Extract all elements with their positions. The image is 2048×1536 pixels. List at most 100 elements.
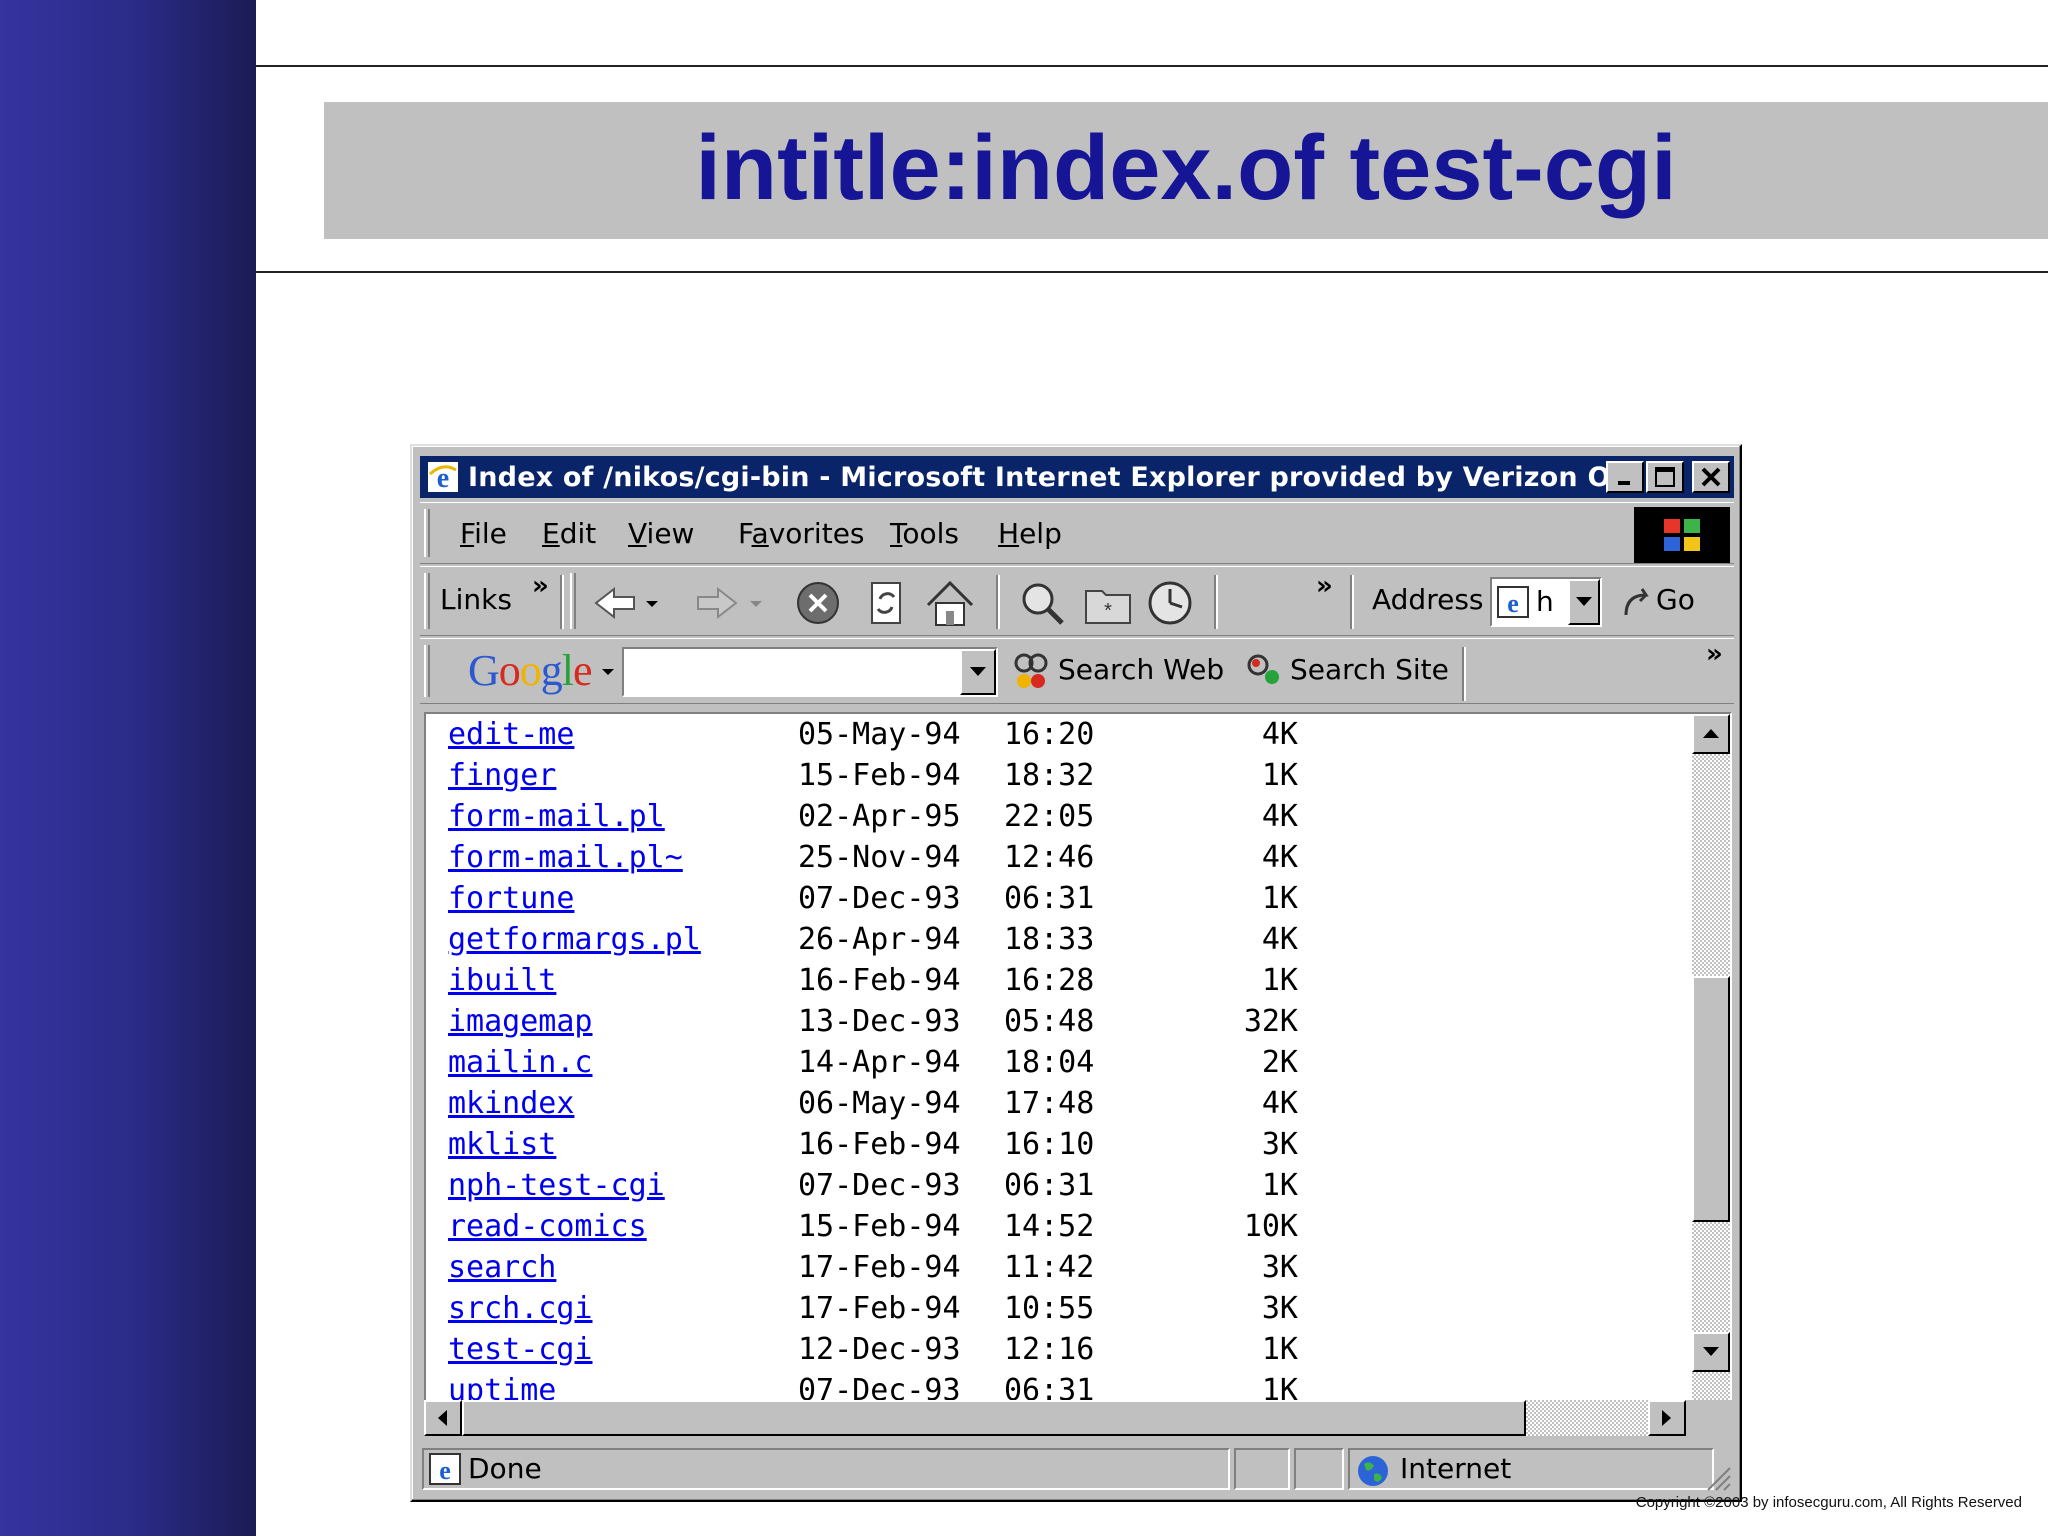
list-item: form-mail.pl 02-Apr-95 22:05 4K bbox=[448, 796, 1688, 837]
status-zone-cell: Internet bbox=[1348, 1448, 1714, 1490]
toolbar-chevron[interactable]: » bbox=[1316, 571, 1333, 601]
toolbar-separator bbox=[1350, 575, 1354, 629]
google-search-dropdown[interactable] bbox=[960, 649, 996, 695]
file-link[interactable]: nph-test-cgi bbox=[448, 1165, 665, 1206]
file-date: 02-Apr-95 bbox=[798, 799, 961, 834]
google-search-input[interactable] bbox=[622, 647, 998, 697]
file-link[interactable]: fortune bbox=[448, 878, 574, 919]
resize-grip-icon[interactable] bbox=[1702, 1462, 1732, 1492]
svg-text:e: e bbox=[439, 1456, 451, 1485]
file-date: 16-Feb-94 bbox=[798, 963, 961, 998]
file-link[interactable]: form-mail.pl bbox=[448, 796, 665, 837]
scroll-right-button[interactable] bbox=[1648, 1400, 1686, 1436]
file-link[interactable]: mailin.c bbox=[448, 1042, 593, 1083]
list-item: mkindex 06-May-94 17:48 4K bbox=[448, 1083, 1688, 1124]
maximize-button[interactable] bbox=[1646, 461, 1684, 493]
search-icon[interactable] bbox=[1014, 577, 1070, 629]
home-icon[interactable] bbox=[922, 577, 978, 629]
menu-help[interactable]: Help bbox=[998, 517, 1062, 550]
toolbar-grip[interactable] bbox=[570, 573, 576, 629]
list-item: ibuilt 16-Feb-94 16:28 1K bbox=[448, 960, 1688, 1001]
file-link[interactable]: ibuilt bbox=[448, 960, 556, 1001]
file-size: 1K bbox=[1261, 1332, 1298, 1367]
google-logo[interactable]: Google bbox=[468, 645, 593, 696]
toolbar-grip[interactable] bbox=[424, 573, 430, 629]
file-date: 13-Dec-93 bbox=[798, 1004, 961, 1039]
toolbar-separator bbox=[996, 575, 1000, 629]
menu-view[interactable]: View bbox=[628, 517, 694, 550]
file-time: 18:04 bbox=[1004, 1045, 1095, 1080]
scroll-up-button[interactable] bbox=[1692, 714, 1730, 754]
go-arrow-icon[interactable] bbox=[1620, 577, 1656, 629]
menu-edit[interactable]: Edit bbox=[542, 517, 596, 550]
window-titlebar[interactable]: e Index of /nikos/cgi-bin - Microsoft In… bbox=[420, 456, 1734, 498]
google-toolbar-chevron[interactable]: » bbox=[1706, 639, 1723, 669]
menu-file[interactable]: File bbox=[460, 517, 507, 550]
search-site-icon[interactable] bbox=[1242, 649, 1286, 693]
close-button[interactable] bbox=[1692, 461, 1730, 493]
horizontal-scrollbar[interactable] bbox=[424, 1400, 1686, 1436]
file-link[interactable]: mklist bbox=[448, 1124, 556, 1165]
file-link[interactable]: mkindex bbox=[448, 1083, 574, 1124]
address-value: h bbox=[1536, 585, 1554, 618]
file-link[interactable]: getformargs.pl bbox=[448, 919, 701, 960]
address-dropdown-button[interactable] bbox=[1568, 579, 1600, 625]
address-field[interactable]: e h bbox=[1490, 577, 1602, 627]
back-icon[interactable] bbox=[588, 577, 644, 629]
search-web-icon[interactable] bbox=[1010, 649, 1054, 693]
file-time: 16:20 bbox=[1004, 717, 1095, 752]
file-link[interactable]: search bbox=[448, 1247, 556, 1288]
arrow-down-icon bbox=[1703, 1347, 1719, 1356]
file-time: 10:55 bbox=[1004, 1291, 1095, 1326]
toolbar-grip[interactable] bbox=[424, 645, 430, 697]
google-menu-dropdown-icon[interactable] bbox=[600, 667, 616, 677]
minimize-button[interactable] bbox=[1606, 461, 1644, 493]
windows-logo-icon bbox=[1664, 519, 1700, 551]
file-link[interactable]: test-cgi bbox=[448, 1329, 593, 1370]
address-label: Address bbox=[1372, 583, 1484, 616]
file-date: 14-Apr-94 bbox=[798, 1045, 961, 1080]
list-item: mailin.c 14-Apr-94 18:04 2K bbox=[448, 1042, 1688, 1083]
go-button[interactable]: Go bbox=[1656, 583, 1695, 616]
horizontal-scroll-thumb[interactable] bbox=[462, 1400, 1526, 1436]
file-time: 05:48 bbox=[1004, 1004, 1095, 1039]
file-link[interactable]: form-mail.pl~ bbox=[448, 837, 683, 878]
stop-icon[interactable] bbox=[790, 577, 846, 629]
back-dropdown-icon[interactable] bbox=[642, 577, 662, 629]
forward-icon[interactable] bbox=[688, 577, 744, 629]
links-label[interactable]: Links bbox=[440, 583, 512, 616]
refresh-icon[interactable] bbox=[858, 577, 914, 629]
file-size: 1K bbox=[1261, 1168, 1298, 1203]
file-link[interactable]: finger bbox=[448, 755, 556, 796]
slide-title: intitle:index.of test-cgi bbox=[695, 117, 1677, 219]
search-site-button[interactable]: Search Site bbox=[1290, 653, 1449, 686]
list-item: test-cgi 12-Dec-93 12:16 1K bbox=[448, 1329, 1688, 1370]
file-size: 4K bbox=[1261, 840, 1298, 875]
menu-tools[interactable]: Tools bbox=[890, 517, 959, 550]
scroll-down-button[interactable] bbox=[1692, 1332, 1730, 1372]
file-link[interactable]: imagemap bbox=[448, 1001, 593, 1042]
svg-text:*: * bbox=[1104, 600, 1112, 622]
svg-text:e: e bbox=[1507, 589, 1519, 618]
file-time: 06:31 bbox=[1004, 881, 1095, 916]
ie-icon: e bbox=[428, 462, 458, 494]
forward-dropdown-icon[interactable] bbox=[746, 577, 766, 629]
history-icon[interactable] bbox=[1142, 577, 1198, 629]
page-icon: e bbox=[1497, 586, 1529, 618]
browser-window: e Index of /nikos/cgi-bin - Microsoft In… bbox=[410, 444, 1742, 1502]
menu-bar: File Edit View Favorites Tools Help bbox=[420, 502, 1734, 564]
top-rule bbox=[256, 65, 2048, 67]
vertical-scroll-thumb[interactable] bbox=[1692, 976, 1730, 1222]
file-link[interactable]: edit-me bbox=[448, 714, 574, 755]
file-link[interactable]: srch.cgi bbox=[448, 1288, 593, 1329]
file-time: 22:05 bbox=[1004, 799, 1095, 834]
search-web-button[interactable]: Search Web bbox=[1058, 653, 1224, 686]
favorites-icon[interactable]: * bbox=[1080, 577, 1136, 629]
file-link[interactable]: read-comics bbox=[448, 1206, 647, 1247]
links-chevron[interactable]: » bbox=[532, 571, 549, 601]
vertical-scrollbar[interactable] bbox=[1692, 714, 1730, 1414]
file-date: 05-May-94 bbox=[798, 717, 961, 752]
toolbar-grip[interactable] bbox=[424, 509, 430, 557]
menu-favorites[interactable]: Favorites bbox=[738, 517, 865, 550]
scroll-left-button[interactable] bbox=[424, 1400, 462, 1436]
